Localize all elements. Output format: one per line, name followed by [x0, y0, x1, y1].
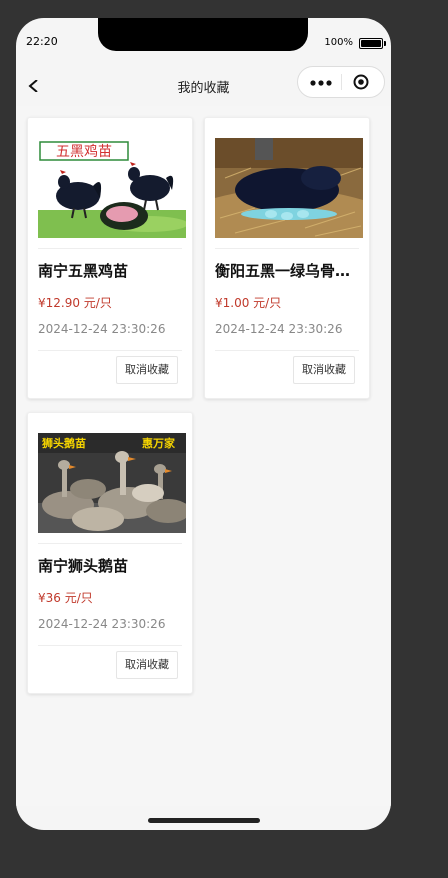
- favorite-date: 2024-12-24 23:30:26: [38, 617, 166, 631]
- image-caption-text: 五黑鸡苗: [56, 143, 112, 160]
- product-name[interactable]: 南宁狮头鹅苗: [38, 555, 182, 576]
- image-caption-right: 惠万家: [142, 436, 176, 450]
- capsule-divider: [341, 74, 342, 90]
- product-price: ¥12.90 元/只: [38, 296, 112, 310]
- favorite-card[interactable]: 衡阳五黑一绿乌骨鸡苗 ¥1.00 元/只 2024-12-24 23:30:26…: [204, 117, 370, 399]
- cancel-favorite-button[interactable]: 取消收藏: [116, 356, 178, 384]
- target-icon[interactable]: [353, 74, 369, 90]
- product-image: [215, 138, 363, 238]
- cancel-favorite-button[interactable]: 取消收藏: [293, 356, 355, 384]
- battery-percent: 100%: [324, 37, 353, 48]
- phone-screen: 22:20 100% 我的收藏 五黑鸡苗 南宁五黑鸡苗 ¥12.90 元/只 2…: [16, 18, 391, 830]
- more-dots-icon[interactable]: [310, 80, 332, 86]
- favorite-date: 2024-12-24 23:30:26: [215, 322, 343, 336]
- divider: [38, 645, 182, 646]
- notch: [98, 18, 308, 51]
- divider: [38, 543, 182, 544]
- favorite-date: 2024-12-24 23:30:26: [38, 322, 166, 336]
- navbar: 我的收藏: [16, 66, 391, 106]
- favorite-card[interactable]: 五黑鸡苗 南宁五黑鸡苗 ¥12.90 元/只 2024-12-24 23:30:…: [27, 117, 193, 399]
- divider: [38, 248, 182, 249]
- status-time: 22:20: [26, 35, 58, 48]
- product-name[interactable]: 衡阳五黑一绿乌骨鸡苗: [215, 260, 359, 281]
- mini-program-capsule: [297, 66, 385, 98]
- favorite-card[interactable]: 狮头鹅苗 惠万家 南宁狮头鹅苗 ¥36 元/只 2024-12-24 23:30…: [27, 412, 193, 694]
- home-indicator: [148, 818, 260, 823]
- divider: [215, 350, 359, 351]
- battery-icon: [359, 38, 386, 49]
- divider: [215, 248, 359, 249]
- cancel-favorite-button[interactable]: 取消收藏: [116, 651, 178, 679]
- divider: [38, 350, 182, 351]
- favorites-list: 五黑鸡苗 南宁五黑鸡苗 ¥12.90 元/只 2024-12-24 23:30:…: [16, 106, 391, 806]
- image-caption-left: 狮头鹅苗: [41, 436, 86, 450]
- product-price: ¥36 元/只: [38, 591, 93, 605]
- product-image: 狮头鹅苗 惠万家: [38, 433, 186, 533]
- product-name[interactable]: 南宁五黑鸡苗: [38, 260, 182, 281]
- product-price: ¥1.00 元/只: [215, 296, 282, 310]
- product-image: 五黑鸡苗: [38, 138, 186, 238]
